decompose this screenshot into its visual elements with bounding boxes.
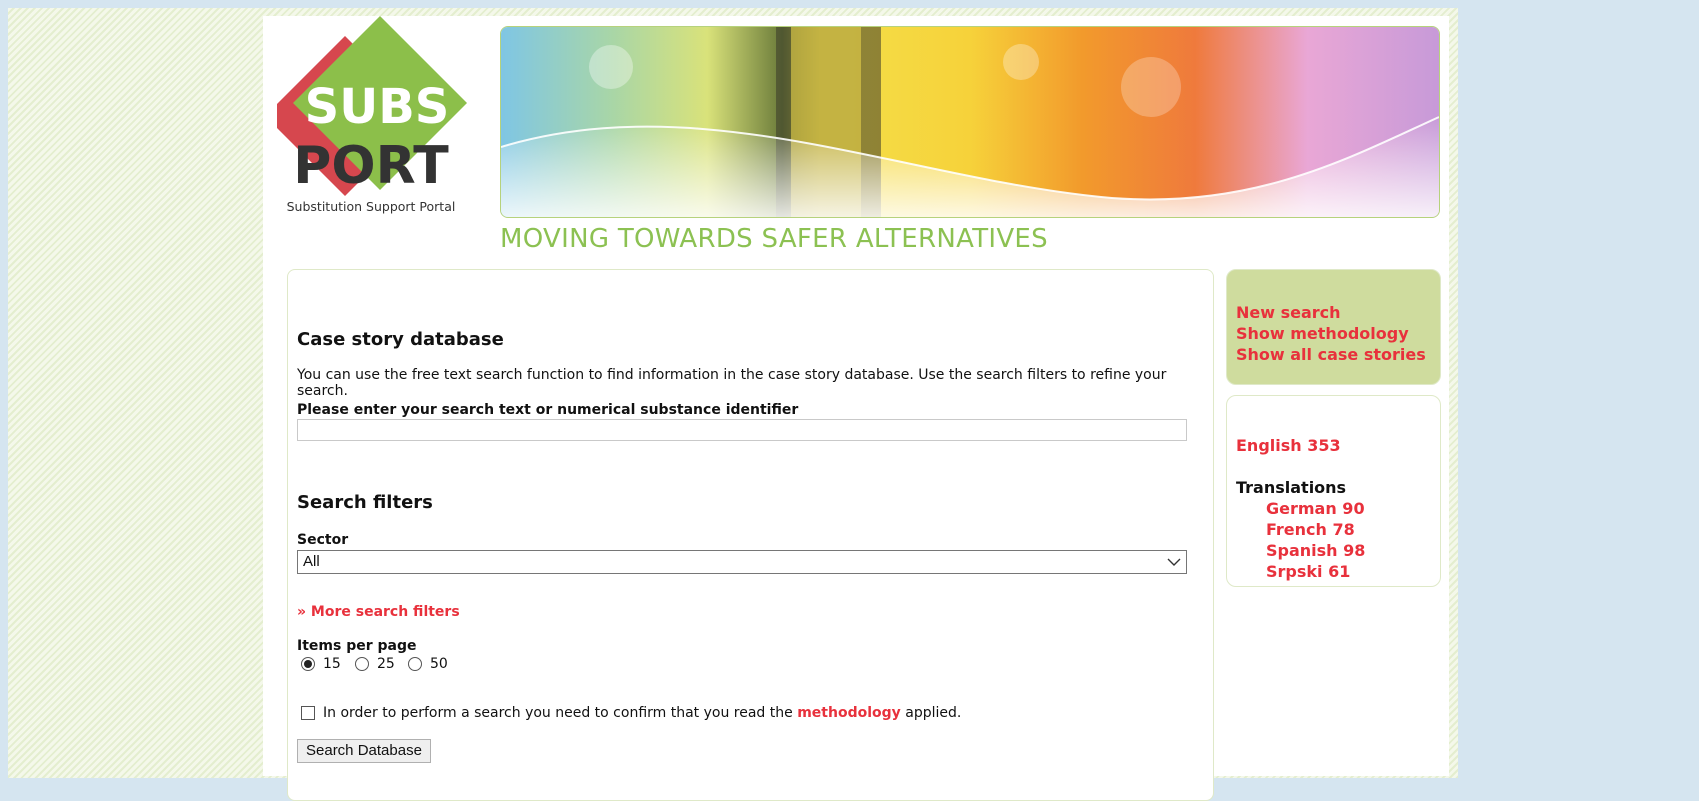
intro-text: You can use the free text search functio…: [297, 367, 1167, 399]
search-label: Please enter your search text or numeric…: [297, 402, 799, 418]
translations-title: Translations: [1236, 478, 1347, 497]
sidebar-actions: New search Show methodology Show all cas…: [1226, 269, 1441, 385]
more-search-filters-link[interactable]: » More search filters: [297, 604, 460, 620]
items-option-50[interactable]: 50: [408, 656, 448, 672]
sector-label: Sector: [297, 532, 349, 548]
language-english-link[interactable]: English 353: [1236, 436, 1341, 455]
search-input[interactable]: [297, 419, 1187, 441]
sidebar-languages: English 353 Translations German 90 Frenc…: [1226, 395, 1441, 587]
radio-25[interactable]: [355, 657, 369, 671]
language-french-link[interactable]: French 78: [1266, 520, 1355, 539]
methodology-confirm-row: In order to perform a search you need to…: [301, 705, 961, 721]
items-option-label: 25: [377, 656, 395, 672]
sector-select[interactable]: All: [297, 550, 1187, 574]
logo-subs-text: SUBS: [305, 79, 450, 135]
chevron-down-icon: [1167, 558, 1181, 566]
subsport-logo[interactable]: SUBS PORT Substitution Support Portal: [265, 16, 477, 216]
confirm-text: In order to perform a search you need to…: [323, 705, 793, 721]
page-title: Case story database: [297, 329, 504, 350]
page-container: SUBS PORT Substitution Support Portal MO…: [263, 16, 1449, 801]
show-all-case-stories-link[interactable]: Show all case stories: [1236, 345, 1426, 364]
items-option-label: 15: [323, 656, 341, 672]
show-methodology-link[interactable]: Show methodology: [1236, 324, 1409, 343]
new-search-link[interactable]: New search: [1236, 303, 1341, 322]
language-spanish-link[interactable]: Spanish 98: [1266, 541, 1365, 560]
confirm-text-end: applied.: [905, 705, 962, 721]
search-database-button[interactable]: Search Database: [297, 739, 431, 763]
tagline: MOVING TOWARDS SAFER ALTERNATIVES: [500, 224, 1048, 254]
radio-50[interactable]: [408, 657, 422, 671]
radio-15[interactable]: [301, 657, 315, 671]
header-banner-image: [500, 26, 1440, 218]
items-option-label: 50: [430, 656, 448, 672]
logo-port-text: PORT: [293, 136, 449, 196]
search-panel: Case story database You can use the free…: [287, 269, 1214, 801]
items-per-page-label: Items per page: [297, 638, 417, 654]
language-german-link[interactable]: German 90: [1266, 499, 1365, 518]
methodology-link[interactable]: methodology: [797, 705, 901, 721]
sector-select-value: All: [303, 553, 320, 570]
items-option-25[interactable]: 25: [355, 656, 395, 672]
items-option-15[interactable]: 15: [301, 656, 341, 672]
language-srpski-link[interactable]: Srpski 61: [1266, 562, 1350, 581]
search-filters-title: Search filters: [297, 492, 433, 513]
logo-subtitle-text: Substitution Support Portal: [287, 199, 456, 214]
methodology-confirm-checkbox[interactable]: [301, 706, 315, 720]
